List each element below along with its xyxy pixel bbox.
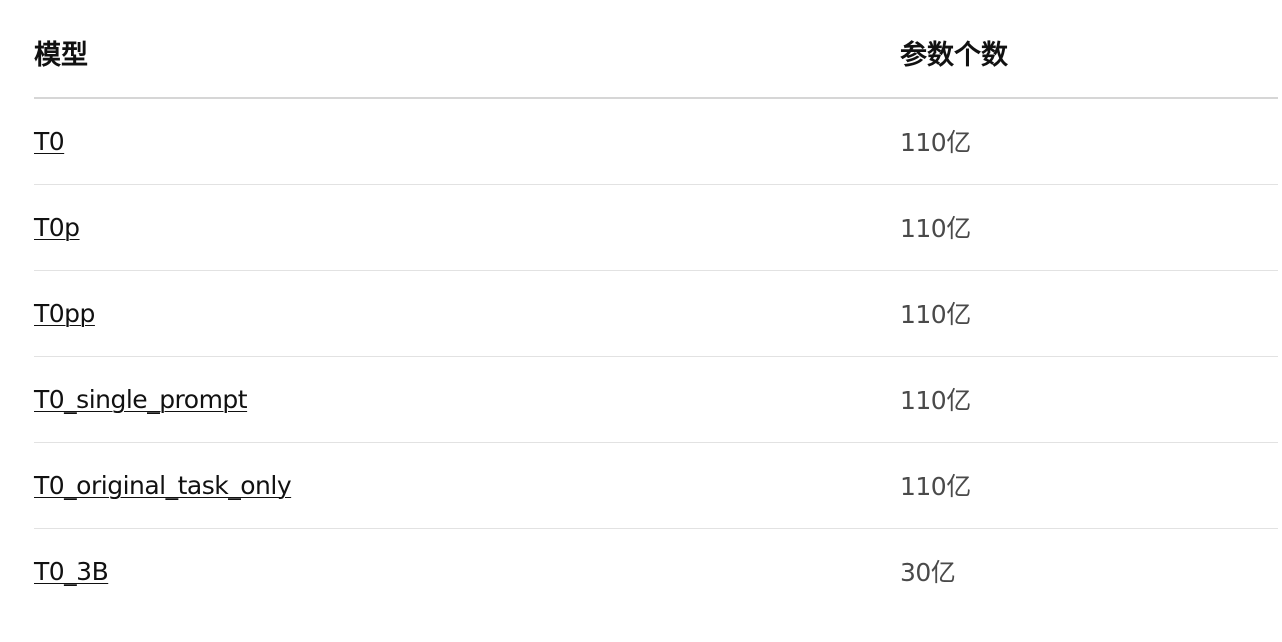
param-count: 110亿	[900, 300, 971, 329]
param-count: 110亿	[900, 128, 971, 158]
table-header-row: 模型 参数个数	[34, 10, 1278, 99]
params-cell: 110亿	[900, 98, 1278, 185]
table-row: T0pp 110亿	[34, 270, 1278, 357]
param-count: 110亿	[900, 214, 971, 243]
table-row: T0p 110亿	[34, 184, 1278, 271]
model-cell: T0_3B	[34, 528, 900, 614]
model-cell: T0p	[34, 184, 900, 271]
model-link-t0[interactable]: T0	[34, 127, 65, 156]
table-row: T0_3B 30亿	[34, 528, 1278, 614]
params-cell: 110亿	[900, 184, 1278, 271]
params-cell: 110亿	[900, 356, 1278, 443]
params-cell: 30亿	[900, 528, 1278, 614]
model-cell: T0	[34, 98, 900, 185]
table-body: T0 110亿 T0p 110亿 T0pp 110亿 T0_single_pro…	[34, 98, 1278, 614]
model-cell: T0_single_prompt	[34, 356, 900, 443]
param-count: 110亿	[900, 386, 971, 415]
model-cell: T0pp	[34, 270, 900, 357]
param-count: 30亿	[900, 558, 956, 588]
model-cell: T0_original_task_only	[34, 442, 900, 529]
table-header: 模型 参数个数	[34, 10, 1278, 99]
table-row: T0_original_task_only 110亿	[34, 442, 1278, 529]
param-count: 110亿	[900, 472, 971, 501]
model-link-t0-single-prompt[interactable]: T0_single_prompt	[34, 385, 248, 414]
column-header-params: 参数个数	[900, 10, 1278, 99]
table-row: T0_single_prompt 110亿	[34, 356, 1278, 443]
model-link-t0-original-task-only[interactable]: T0_original_task_only	[34, 471, 292, 500]
model-table-container: 模型 参数个数 T0 110亿 T0p 110亿 T0pp 110亿 T0_si…	[34, 10, 1278, 614]
model-link-t0pp[interactable]: T0pp	[34, 299, 95, 328]
model-table: 模型 参数个数 T0 110亿 T0p 110亿 T0pp 110亿 T0_si…	[34, 10, 1278, 614]
params-cell: 110亿	[900, 442, 1278, 529]
table-row: T0 110亿	[34, 98, 1278, 185]
model-link-t0-3b[interactable]: T0_3B	[34, 557, 109, 586]
column-header-model: 模型	[34, 10, 900, 99]
params-cell: 110亿	[900, 270, 1278, 357]
model-link-t0p[interactable]: T0p	[34, 213, 80, 242]
